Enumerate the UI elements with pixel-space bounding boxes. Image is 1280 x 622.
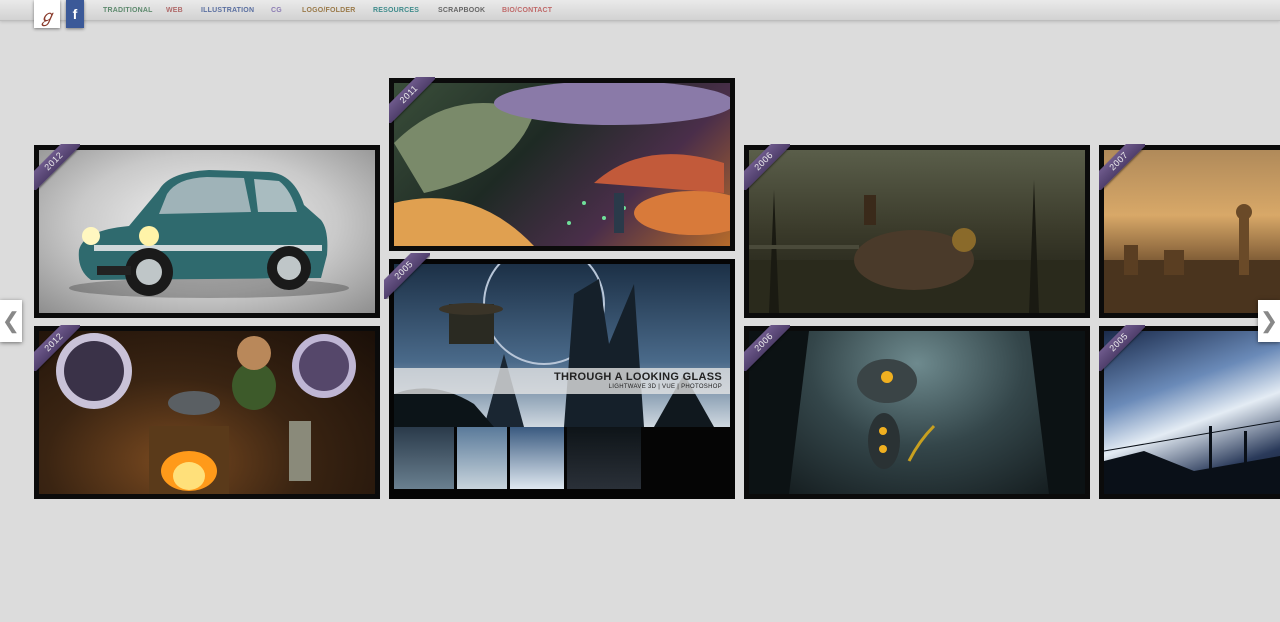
fireplace-illustration — [56, 333, 356, 494]
gallery-tile-underwater[interactable]: 2006 — [744, 325, 1090, 499]
artwork-underwater — [749, 331, 1085, 494]
car-illustration — [69, 170, 349, 298]
city-illustration — [1104, 204, 1280, 313]
nav-bio-contact[interactable]: BIO/CONTACT — [502, 7, 552, 14]
gallery-tile-mushrooms[interactable]: 2011 — [389, 77, 735, 251]
artwork-swamp — [749, 150, 1085, 313]
artwork-looking-glass: THROUGH A LOOKING GLASS LIGHTWAVE 3D | V… — [394, 264, 730, 427]
artwork-sky — [1104, 331, 1280, 494]
chevron-left-icon: ❮ — [1, 308, 21, 333]
thumbnail-2[interactable] — [457, 427, 507, 489]
logo-glyph: ℊ — [38, 6, 56, 27]
facebook-glyph: f — [72, 6, 78, 22]
gallery-tile-sky[interactable]: 2005 — [1099, 325, 1280, 499]
gallery-tile-looking-glass[interactable]: THROUGH A LOOKING GLASS LIGHTWAVE 3D | V… — [384, 253, 735, 499]
thumbnail-strip — [389, 427, 735, 489]
nav-illustration[interactable]: ILLUSTRATION — [201, 7, 254, 14]
thumbnail-4[interactable] — [567, 427, 641, 489]
nav-scrapbook[interactable]: SCRAPBOOK — [438, 7, 485, 14]
gallery-tile-fireplace[interactable]: 2012 — [34, 325, 380, 499]
top-bar — [0, 0, 1280, 21]
nav-cg[interactable]: CG — [271, 7, 282, 14]
project-tools: LIGHTWAVE 3D | VUE | PHOTOSHOP — [608, 384, 722, 390]
artwork-fireplace — [39, 331, 375, 494]
nav-web[interactable]: WEB — [166, 7, 183, 14]
gallery-tile-city[interactable]: 2007 — [1099, 144, 1280, 318]
sky-illustration — [1104, 420, 1280, 494]
nav-logo-folder[interactable]: LOGO/FOLDER — [302, 7, 356, 14]
gallery-tile-swamp[interactable]: 2006 — [744, 144, 1090, 318]
underwater-illustration — [749, 331, 1085, 494]
swamp-illustration — [749, 180, 1085, 313]
project-title: THROUGH A LOOKING GLASS — [553, 371, 722, 383]
mushroom-illustration — [394, 83, 730, 246]
artwork-car — [39, 150, 375, 313]
facebook-icon[interactable]: f — [66, 0, 84, 28]
looking-glass-illustration — [394, 264, 714, 427]
thumbnail-3[interactable] — [510, 427, 564, 489]
carousel-next-button[interactable]: ❯ — [1258, 300, 1280, 342]
site-logo[interactable]: ℊ — [34, 0, 60, 28]
chevron-right-icon: ❯ — [1259, 308, 1279, 333]
artwork-mushrooms — [394, 83, 730, 246]
carousel-prev-button[interactable]: ❮ — [0, 300, 22, 342]
gallery-tile-car[interactable]: 2012 — [34, 144, 380, 318]
nav-traditional[interactable]: TRADITIONAL — [103, 7, 153, 14]
nav-resources[interactable]: RESOURCES — [373, 7, 419, 14]
thumbnail-1[interactable] — [394, 427, 454, 489]
artwork-city — [1104, 150, 1280, 313]
project-caption: THROUGH A LOOKING GLASS LIGHTWAVE 3D | V… — [394, 368, 730, 394]
